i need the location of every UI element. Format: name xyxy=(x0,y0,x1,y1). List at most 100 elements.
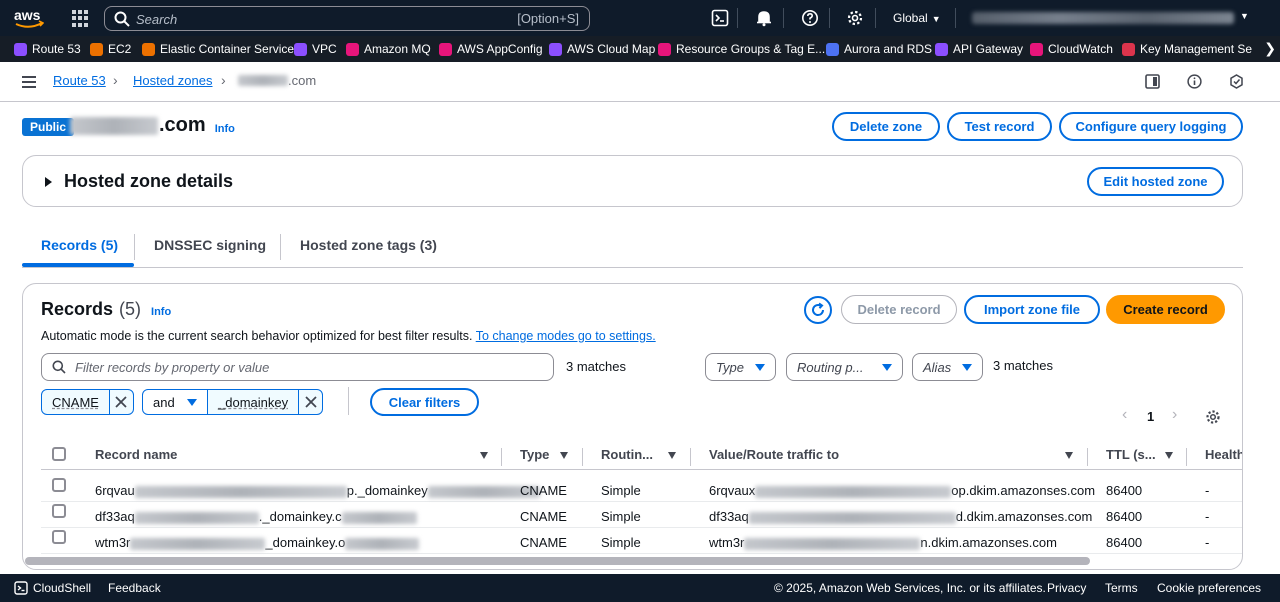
filter-token-label[interactable]: CNAME xyxy=(42,395,109,410)
caret-down-icon[interactable]: ▼ xyxy=(1240,11,1249,21)
alias-select[interactable]: Alias xyxy=(912,353,983,381)
top-navigation: aws Search [Option+S] Global ▼ ▼ xyxy=(0,0,1280,36)
favorite-ecs[interactable]: Elastic Container Service xyxy=(142,42,294,56)
filter-token-label[interactable]: _domainkey xyxy=(208,395,298,410)
help-icon[interactable] xyxy=(801,9,819,27)
table-header: Record name Type Routin... Value/Route t… xyxy=(41,442,1242,470)
type-cell: CNAME xyxy=(520,509,567,524)
import-zone-file-button[interactable]: Import zone file xyxy=(964,295,1100,324)
record-name-cell: 6rqvau p._domainkey xyxy=(95,483,540,498)
caret-down-icon: ▼ xyxy=(931,14,941,24)
clear-filters-button[interactable]: Clear filters xyxy=(370,388,479,416)
favorite-api-gateway[interactable]: API Gateway xyxy=(935,42,1023,56)
filter-token-cname: CNAME xyxy=(41,389,134,415)
records-title-text: Records xyxy=(41,299,114,319)
filter-operator-select[interactable]: and xyxy=(142,389,208,415)
favorite-resource-groups[interactable]: Resource Groups & Tag E... xyxy=(658,42,825,56)
gear-icon[interactable] xyxy=(846,9,864,27)
type-select[interactable]: Type xyxy=(705,353,776,381)
hexagon-icon[interactable] xyxy=(1229,74,1244,89)
cookie-preferences-link[interactable]: Cookie preferences xyxy=(1157,581,1261,595)
page-number[interactable]: 1 xyxy=(1147,409,1154,424)
chevron-left-icon[interactable]: ‹ xyxy=(1122,406,1127,424)
column-ttl[interactable]: TTL (s... xyxy=(1106,447,1174,462)
cloudshell-icon[interactable] xyxy=(711,9,729,27)
feedback-link[interactable]: Feedback xyxy=(108,581,161,595)
sort-icon xyxy=(1165,452,1173,459)
favorite-aurora-rds[interactable]: Aurora and RDS xyxy=(826,42,932,56)
region-selector[interactable]: Global ▼ xyxy=(893,11,941,25)
breadcrumb-hosted-zones[interactable]: Hosted zones xyxy=(133,73,213,88)
info-icon[interactable] xyxy=(1187,74,1202,89)
settings-link[interactable]: To change modes go to settings. xyxy=(476,329,656,343)
column-health[interactable]: Health xyxy=(1205,447,1242,462)
privacy-link[interactable]: Privacy xyxy=(1047,581,1086,595)
table-row[interactable]: 6rqvau p._domainkey CNAME Simple 6rqvaux o… xyxy=(41,476,1242,502)
routing-cell: Simple xyxy=(601,509,641,524)
routing-policy-select[interactable]: Routing p... xyxy=(786,353,903,381)
chevron-right-icon: › xyxy=(221,72,226,88)
caret-right-icon[interactable] xyxy=(45,177,52,187)
close-icon[interactable] xyxy=(298,390,322,414)
favorite-appconfig[interactable]: AWS AppConfig xyxy=(439,42,543,56)
chevron-right-icon[interactable]: ❯ xyxy=(1260,40,1276,57)
favorite-ec2[interactable]: EC2 xyxy=(90,42,131,56)
column-label: Type xyxy=(520,447,550,462)
column-divider xyxy=(501,448,502,466)
row-checkbox[interactable] xyxy=(52,530,66,544)
delete-record-button[interactable]: Delete record xyxy=(841,295,957,324)
search-input[interactable]: Search [Option+S] xyxy=(104,6,590,31)
divider xyxy=(348,387,349,415)
info-link[interactable]: Info xyxy=(215,123,235,135)
delete-zone-button[interactable]: Delete zone xyxy=(832,112,940,141)
table-row[interactable]: wtm3r _domainkey.o CNAME Simple wtm3r n.dk… xyxy=(41,528,1242,554)
table-row[interactable]: df33aq ._domainkey.c CNAME Simple df33aq d… xyxy=(41,502,1242,528)
favorite-kms[interactable]: Key Management Se xyxy=(1122,42,1252,56)
favorite-cloud-map[interactable]: AWS Cloud Map xyxy=(549,42,655,56)
close-icon[interactable] xyxy=(108,390,133,414)
filter-records-input[interactable]: Filter records by property or value xyxy=(41,353,554,381)
gear-icon[interactable] xyxy=(1205,409,1221,425)
test-record-button[interactable]: Test record xyxy=(947,112,1052,141)
breadcrumb-current: .com xyxy=(238,73,316,88)
ttl-cell: 86400 xyxy=(1106,535,1143,550)
tab-dnssec-signing[interactable]: DNSSEC signing xyxy=(154,237,266,253)
row-checkbox[interactable] xyxy=(52,504,66,518)
create-record-button[interactable]: Create record xyxy=(1106,295,1225,324)
column-value[interactable]: Value/Route traffic to xyxy=(709,447,1075,462)
info-link[interactable]: Info xyxy=(151,306,171,318)
select-all-checkbox[interactable] xyxy=(52,447,66,461)
terms-link[interactable]: Terms xyxy=(1105,581,1138,595)
tab-hosted-zone-tags[interactable]: Hosted zone tags (3) xyxy=(300,237,437,253)
footer: CloudShell Feedback © 2025, Amazon Web S… xyxy=(0,574,1280,602)
column-divider xyxy=(690,448,691,466)
hosted-zone-details-title[interactable]: Hosted zone details xyxy=(64,171,233,192)
favorite-cloudwatch[interactable]: CloudWatch xyxy=(1030,42,1113,56)
favorite-route53[interactable]: Route 53 xyxy=(14,42,81,56)
favorite-amazon-mq[interactable]: Amazon MQ xyxy=(346,42,431,56)
column-record-name[interactable]: Record name xyxy=(95,447,490,462)
aws-logo[interactable]: aws xyxy=(14,6,44,30)
favorite-vpc[interactable]: VPC xyxy=(294,42,337,56)
sort-icon xyxy=(1065,452,1073,459)
row-checkbox[interactable] xyxy=(52,478,66,492)
tab-records[interactable]: Records (5) xyxy=(41,237,118,253)
edit-hosted-zone-button[interactable]: Edit hosted zone xyxy=(1087,167,1224,196)
horizontal-scrollbar[interactable] xyxy=(25,557,1090,565)
bell-icon[interactable] xyxy=(755,9,773,27)
split-panel-icon[interactable] xyxy=(1145,74,1160,89)
menu-icon[interactable] xyxy=(22,76,36,88)
cloudshell-icon[interactable] xyxy=(14,581,28,595)
cloudshell-link[interactable]: CloudShell xyxy=(33,581,91,595)
chevron-right-icon[interactable]: › xyxy=(1172,406,1177,424)
breadcrumb-route53[interactable]: Route 53 xyxy=(53,73,106,88)
column-type[interactable]: Type xyxy=(520,447,570,462)
type-cell: CNAME xyxy=(520,535,567,550)
favorite-label: VPC xyxy=(312,42,337,56)
services-grid-icon[interactable] xyxy=(72,10,89,27)
refresh-button[interactable] xyxy=(804,296,832,324)
account-menu[interactable] xyxy=(972,12,1234,24)
column-routing[interactable]: Routin... xyxy=(601,447,678,462)
refresh-icon xyxy=(812,302,825,316)
configure-query-logging-button[interactable]: Configure query logging xyxy=(1059,112,1243,141)
